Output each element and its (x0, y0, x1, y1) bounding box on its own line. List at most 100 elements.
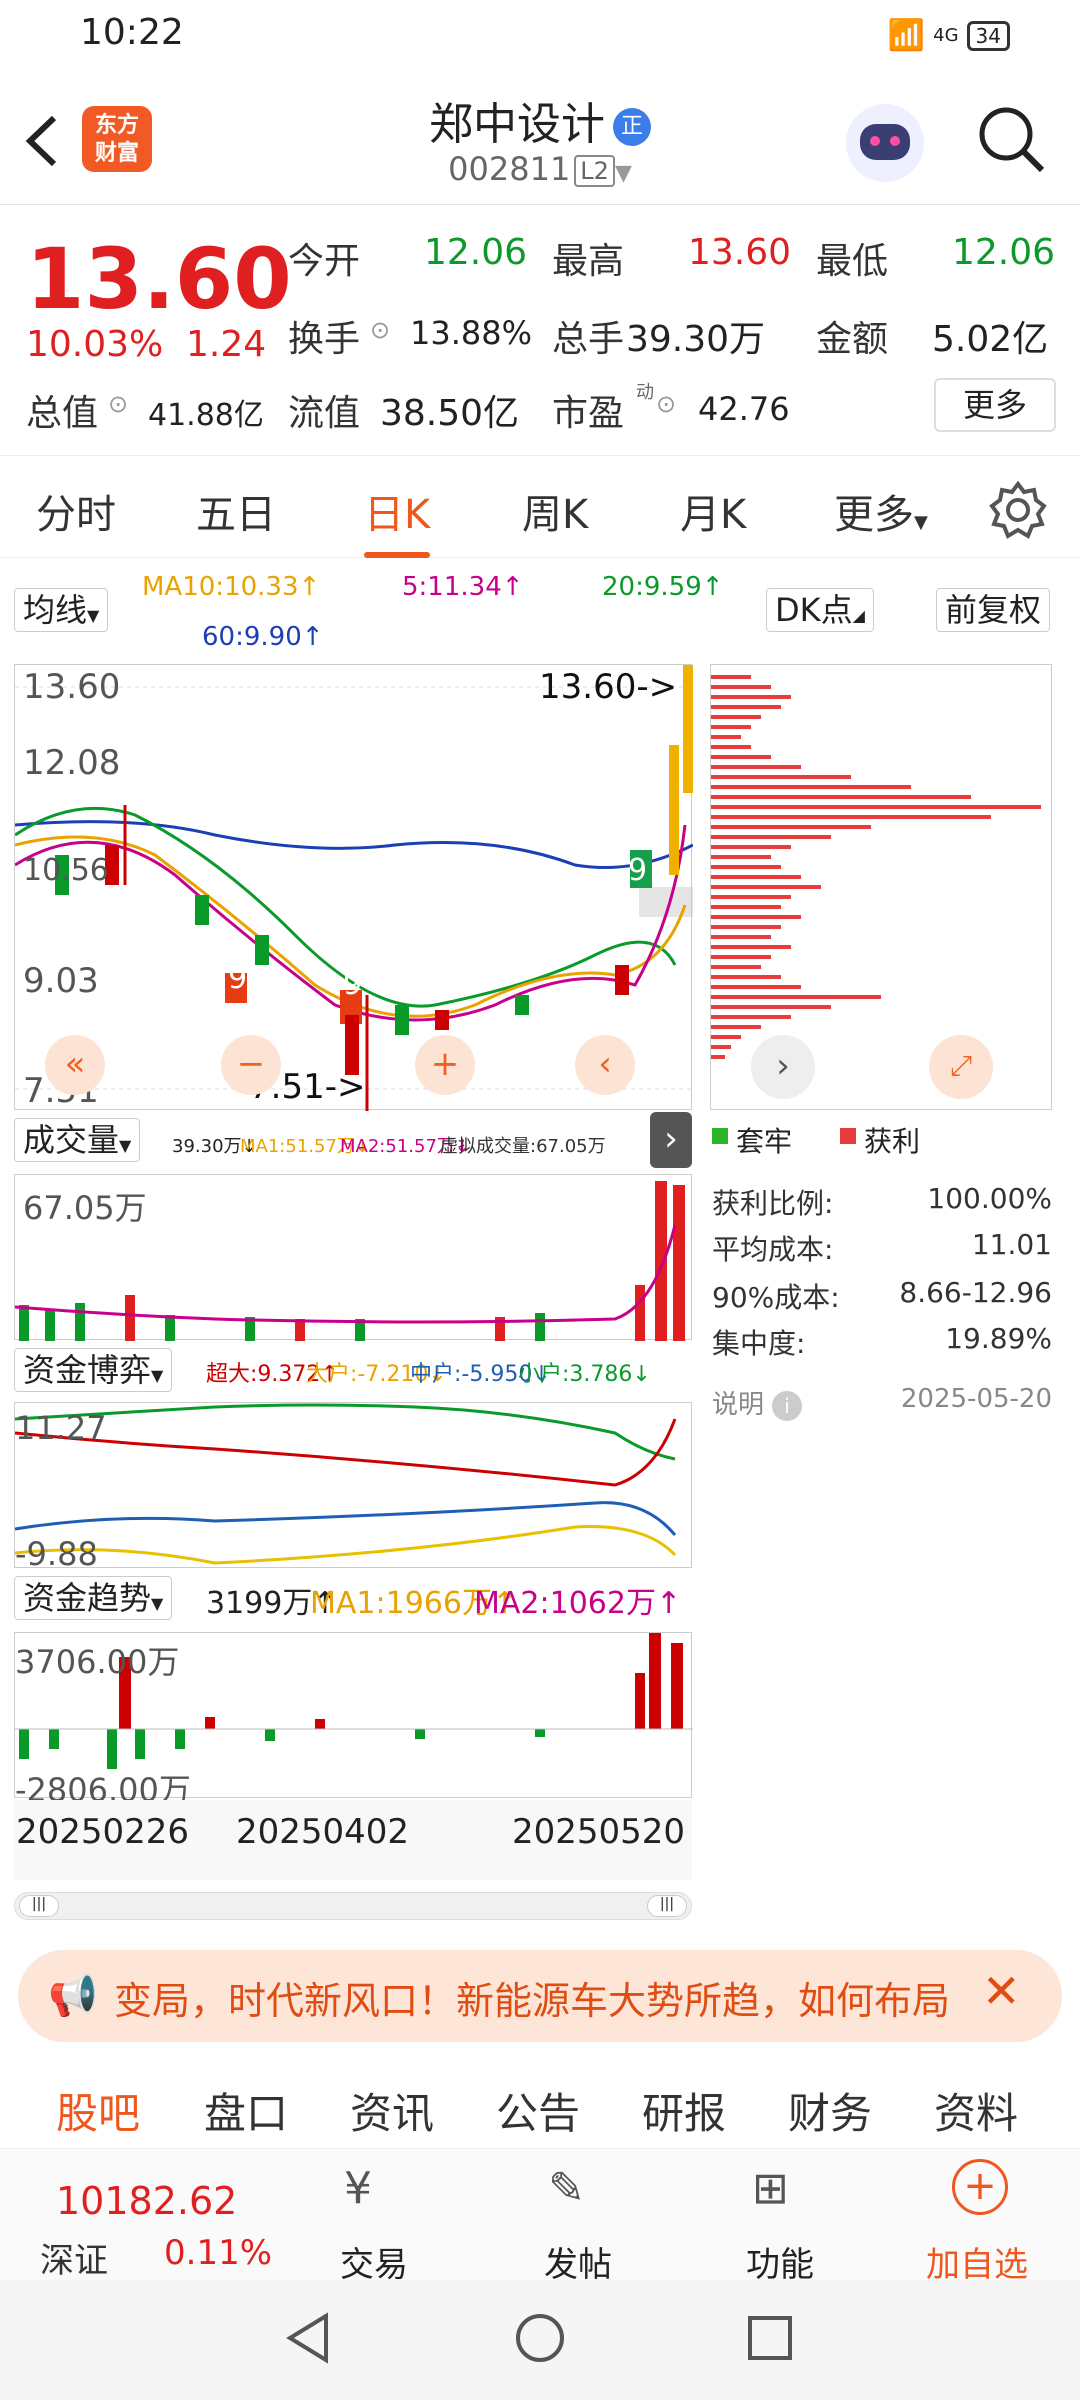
tab-intraday[interactable]: 分时 (36, 482, 116, 540)
float-value: 38.50亿 (380, 393, 520, 434)
megaphone-icon: 📢 (48, 1973, 98, 2019)
tab-orderbook[interactable]: 盘口 (204, 2080, 288, 2141)
chart-tabs: 分时 五日 日K 周K 月K 更多▼ (0, 458, 1080, 558)
axis-label-top: 13.60 (23, 667, 121, 707)
grid-icon[interactable]: ⊞ (752, 2163, 789, 2214)
index-pct[interactable]: 0.11% (164, 2233, 272, 2273)
level2-badge[interactable]: L2 (574, 155, 615, 187)
chip-stat-value: 19.89% (945, 1322, 1052, 1355)
index-value[interactable]: 10182.62 (56, 2179, 237, 2223)
chip-stat-label: 获利比例: (712, 1187, 834, 1220)
tab-news[interactable]: 资讯 (350, 2080, 434, 2141)
explain-link[interactable]: 说明 i (712, 1384, 803, 1421)
axis-label-3: 10.56 (23, 853, 109, 888)
expand-right-icon[interactable]: › (650, 1112, 692, 1168)
fund-trend-chart[interactable]: 3706.00万 -2806.00万 (14, 1632, 693, 1809)
plus-icon[interactable]: + (952, 2159, 1008, 2215)
legend-profit: 获利 (864, 1125, 921, 1158)
chevron-right-icon[interactable]: › (751, 1035, 815, 1099)
trend-axis-top: 3706.00万 (15, 1643, 180, 1681)
recents-nav-icon[interactable] (742, 2310, 798, 2366)
gear-icon[interactable] (988, 480, 1048, 540)
tab-five-day[interactable]: 五日 (196, 482, 276, 540)
turnover-label: 换手 (288, 319, 361, 360)
ma20-label: 20:9.59↑ (602, 572, 724, 602)
prev-icon[interactable]: ‹ (575, 1035, 635, 1095)
more-button[interactable]: 更多 (934, 378, 1056, 432)
info-icon[interactable]: ⊙ (108, 390, 128, 418)
edit-icon[interactable]: ✎ (548, 2163, 585, 2214)
adjust-selector[interactable]: 前复权 (936, 588, 1051, 632)
post-button[interactable]: 发帖 (544, 2237, 612, 2286)
tab-monthly-k[interactable]: 月K (680, 482, 746, 540)
legend-trapped: 套牢 (736, 1125, 793, 1158)
chip-stat-value: 11.01 (971, 1228, 1052, 1261)
tab-more[interactable]: 更多▼ (834, 482, 928, 540)
float-label: 流值 (288, 393, 361, 434)
home-nav-icon[interactable] (512, 2310, 568, 2366)
fund-game-selector[interactable]: 资金博弈▼ (14, 1348, 173, 1392)
close-icon[interactable]: ✕ (982, 1964, 1021, 2018)
scroll-left-icon[interactable]: « (45, 1035, 105, 1095)
search-icon[interactable] (976, 104, 1048, 176)
tab-forum[interactable]: 股吧 (56, 2080, 140, 2141)
badge-icon: 正 (613, 108, 651, 146)
date-label: 20250402 (236, 1812, 410, 1852)
volume-chart[interactable]: 67.05万 (14, 1174, 692, 1341)
chip-stat-value: 8.66-12.96 (899, 1276, 1052, 1309)
high-value: 13.60 (688, 232, 792, 273)
expand-icon[interactable]: ⤢ (929, 1035, 993, 1099)
chip-stat-label: 集中度: (712, 1327, 806, 1360)
range-handle-left[interactable]: ||| (19, 1895, 59, 1917)
range-handle-right[interactable]: ||| (647, 1895, 687, 1917)
status-indicators: 📶 4G 34 (888, 18, 1010, 53)
function-button[interactable]: 功能 (746, 2237, 814, 2286)
tab-daily-k[interactable]: 日K (364, 482, 431, 558)
fund-axis-bottom: -9.88 (15, 1535, 98, 1573)
add-watchlist-button[interactable]: 加自选 (926, 2237, 1028, 2286)
info-icon[interactable]: ⊙ (370, 316, 390, 344)
zoom-in-icon[interactable]: + (415, 1035, 475, 1095)
dk-point-selector[interactable]: DK点◢ (766, 588, 874, 632)
trade-icon[interactable]: ¥ (344, 2163, 372, 2214)
index-name[interactable]: 深证 (40, 2233, 108, 2282)
kline-chart[interactable]: 13.60 12.08 10.56 9.03 7.51 13.60-> 7.51… (14, 664, 694, 1111)
tab-announcements[interactable]: 公告 (496, 2080, 580, 2141)
high-label: 最高 (552, 241, 625, 282)
axis-label-4: 9.03 (23, 961, 99, 1001)
volume-selector[interactable]: 成交量▼ (14, 1118, 141, 1162)
fund-trend-selector[interactable]: 资金趋势▼ (14, 1576, 173, 1620)
chip-date: 2025-05-20 (900, 1384, 1052, 1414)
chip-stat-label: 90%成本: (712, 1281, 840, 1314)
info-icon[interactable]: ⊙ (656, 390, 676, 418)
chip-stat-label: 平均成本: (712, 1233, 834, 1266)
network-label: 4G (933, 25, 959, 46)
robot-assistant-icon[interactable] (846, 104, 924, 182)
back-nav-icon[interactable] (282, 2310, 338, 2366)
pe-dynamic-tag: 动 (636, 382, 654, 403)
tab-research[interactable]: 研报 (642, 2080, 726, 2141)
chip-distribution[interactable]: › ⤢ (710, 664, 1052, 1110)
volume-value: 39.30万 (626, 319, 766, 360)
zoom-out-icon[interactable]: − (221, 1035, 281, 1095)
chip-stat-value: 100.00% (927, 1182, 1052, 1215)
quote-panel: 13.60 10.03% 1.24 今开 12.06 最高 13.60 最低 1… (0, 206, 1080, 456)
tab-weekly-k[interactable]: 周K (522, 482, 588, 540)
tab-finance[interactable]: 财务 (788, 2080, 872, 2141)
fund-axis-top: 11.27 (15, 1409, 107, 1447)
system-nav-bar (0, 2280, 1080, 2400)
ma-selector[interactable]: 均线▼ (14, 588, 109, 632)
current-price: 13.60 (26, 230, 292, 328)
fund-game-chart[interactable]: 11.27 -9.88 (14, 1402, 692, 1573)
battery-icon: 34 (966, 20, 1010, 51)
date-label: 20250226 (16, 1812, 190, 1852)
dropdown-arrow-icon: ▼ (151, 1366, 164, 1385)
dropdown-arrow-icon[interactable]: ▼ (615, 161, 632, 186)
open-value: 12.06 (424, 232, 528, 273)
trade-button[interactable]: 交易 (340, 2237, 408, 2286)
info-icon: i (772, 1391, 803, 1421)
banner-text: 变局，时代新风口！新能源车大势所趋，如何布局 (114, 1979, 951, 2023)
range-scrollbar[interactable]: ||| ||| (14, 1892, 692, 1920)
tab-profile[interactable]: 资料 (934, 2080, 1018, 2141)
news-banner[interactable]: 📢 变局，时代新风口！新能源车大势所趋，如何布局 ✕ (18, 1950, 1062, 2042)
